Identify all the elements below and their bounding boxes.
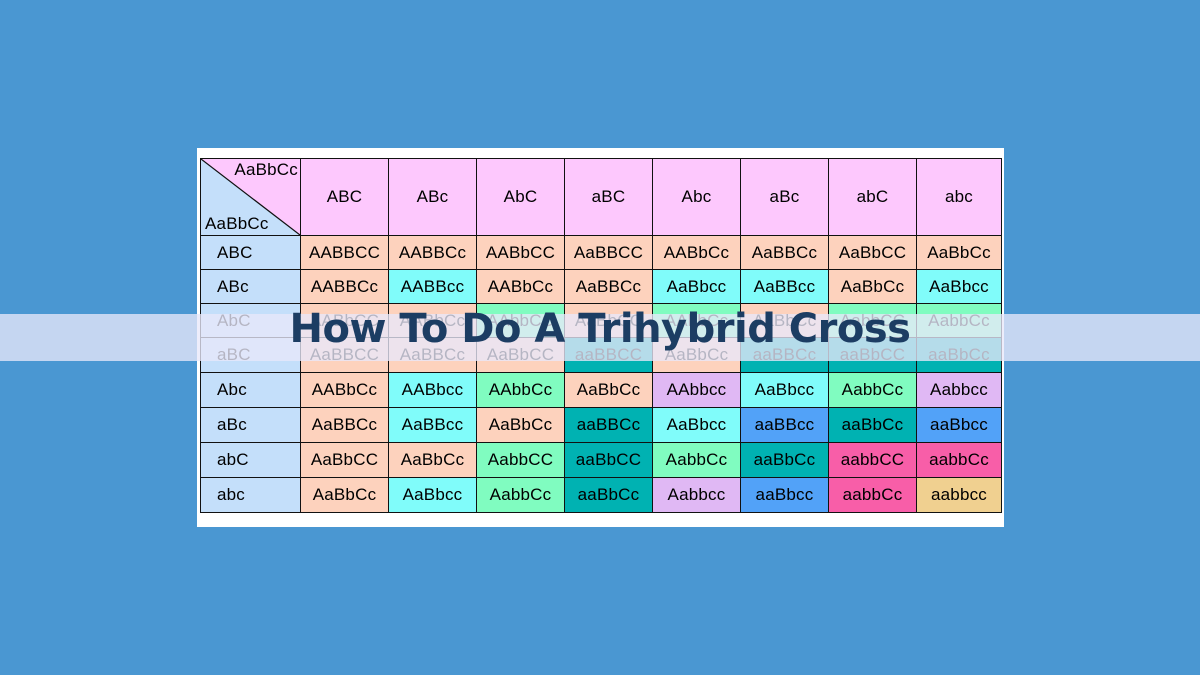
column-gamete-header: abc <box>916 158 1002 236</box>
offspring-genotype-cell: aabbCC <box>828 442 917 478</box>
column-gamete-header: aBc <box>740 158 829 236</box>
offspring-genotype-cell: AaBbcc <box>652 269 741 304</box>
offspring-genotype-cell: aaBbCc <box>828 407 917 443</box>
punnett-row: ABc AABBCc AABBcc AABbCc AaBBCc AaBbcc AaBBcc A… <box>200 269 1002 304</box>
offspring-genotype-cell: AaBbCc <box>300 477 389 513</box>
offspring-genotype-cell: AaBbCc <box>564 372 653 408</box>
row-gamete-header: Abc <box>200 372 301 408</box>
header-row: AaBbCc AaBbCc ABC ABc AbC aBC Abc aBc abC abc <box>200 158 1002 236</box>
offspring-genotype-cell: AaBbCc <box>476 407 565 443</box>
offspring-genotype-cell: aabbcc <box>916 477 1002 513</box>
offspring-genotype-cell: AABBCC <box>300 235 389 270</box>
offspring-genotype-cell: aaBbCc <box>564 477 653 513</box>
offspring-genotype-cell: AABbCC <box>476 235 565 270</box>
row-gamete-header: ABC <box>200 235 301 270</box>
top-parent-genotype: AaBbCc <box>234 160 298 179</box>
punnett-row: Abc AABbCc AABbcc AAbbCc AaBbCc AAbbcc AaBbcc A… <box>200 372 1002 408</box>
left-parent-genotype: AaBbCc <box>205 214 269 233</box>
offspring-genotype-cell: AaBbCC <box>300 442 389 478</box>
column-gamete-header: ABC <box>300 158 389 236</box>
offspring-genotype-cell: AABbCc <box>652 235 741 270</box>
offspring-genotype-cell: AaBBcc <box>740 269 829 304</box>
offspring-genotype-cell: AABbCc <box>300 372 389 408</box>
offspring-genotype-cell: aabbCc <box>916 442 1002 478</box>
punnett-row: abc AaBbCc AaBbcc AabbCc aaBbCc Aabbcc aaBbcc a… <box>200 477 1002 513</box>
offspring-genotype-cell: AAbbcc <box>652 372 741 408</box>
offspring-genotype-cell: AabbCC <box>476 442 565 478</box>
offspring-genotype-cell: AabbCc <box>476 477 565 513</box>
column-gamete-header: AbC <box>476 158 565 236</box>
offspring-genotype-cell: AaBBCc <box>740 235 829 270</box>
punnett-row: aBc AaBBCc AaBBcc AaBbCc aaBBCc AaBbcc aaBBcc a… <box>200 407 1002 443</box>
offspring-genotype-cell: AaBbcc <box>652 407 741 443</box>
offspring-genotype-cell: AaBbcc <box>388 477 477 513</box>
offspring-genotype-cell: AABBCc <box>300 269 389 304</box>
row-gamete-header: ABc <box>200 269 301 304</box>
offspring-genotype-cell: Aabbcc <box>916 372 1002 408</box>
offspring-genotype-cell: aaBBCc <box>564 407 653 443</box>
row-gamete-header: aBc <box>200 407 301 443</box>
offspring-genotype-cell: aabbCc <box>828 477 917 513</box>
offspring-genotype-cell: AaBbcc <box>916 269 1002 304</box>
offspring-genotype-cell: AaBbcc <box>740 372 829 408</box>
offspring-genotype-cell: AaBbCc <box>388 442 477 478</box>
column-gamete-header: ABc <box>388 158 477 236</box>
punnett-row: abC AaBbCC AaBbCc AabbCC aaBbCC AabbCc aaBbCc a… <box>200 442 1002 478</box>
row-gamete-header: abc <box>200 477 301 513</box>
offspring-genotype-cell: AaBBCC <box>564 235 653 270</box>
column-gamete-header: abC <box>828 158 917 236</box>
offspring-genotype-cell: AaBbCc <box>916 235 1002 270</box>
offspring-genotype-cell: Aabbcc <box>652 477 741 513</box>
offspring-genotype-cell: aaBbCc <box>740 442 829 478</box>
page-title: How To Do A Trihybrid Cross <box>289 306 911 352</box>
offspring-genotype-cell: AAbbCc <box>476 372 565 408</box>
offspring-genotype-cell: aaBBcc <box>740 407 829 443</box>
offspring-genotype-cell: AaBbCc <box>828 269 917 304</box>
offspring-genotype-cell: aaBbcc <box>740 477 829 513</box>
offspring-genotype-cell: AABbCc <box>476 269 565 304</box>
offspring-genotype-cell: AabbCc <box>828 372 917 408</box>
column-gamete-header: aBC <box>564 158 653 236</box>
offspring-genotype-cell: AABBCc <box>388 235 477 270</box>
offspring-genotype-cell: aaBbcc <box>916 407 1002 443</box>
offspring-genotype-cell: AABbcc <box>388 372 477 408</box>
offspring-genotype-cell: AabbCc <box>652 442 741 478</box>
punnett-row: ABC AABBCC AABBCc AABbCC AaBBCC AABbCc AaBBCc A… <box>200 235 1002 270</box>
offspring-genotype-cell: AaBbCC <box>828 235 917 270</box>
corner-cell: AaBbCc AaBbCc <box>200 158 301 236</box>
offspring-genotype-cell: AaBBcc <box>388 407 477 443</box>
offspring-genotype-cell: AaBBCc <box>300 407 389 443</box>
offspring-genotype-cell: AABBcc <box>388 269 477 304</box>
column-gamete-header: Abc <box>652 158 741 236</box>
row-gamete-header: abC <box>200 442 301 478</box>
offspring-genotype-cell: AaBBCc <box>564 269 653 304</box>
offspring-genotype-cell: aaBbCC <box>564 442 653 478</box>
